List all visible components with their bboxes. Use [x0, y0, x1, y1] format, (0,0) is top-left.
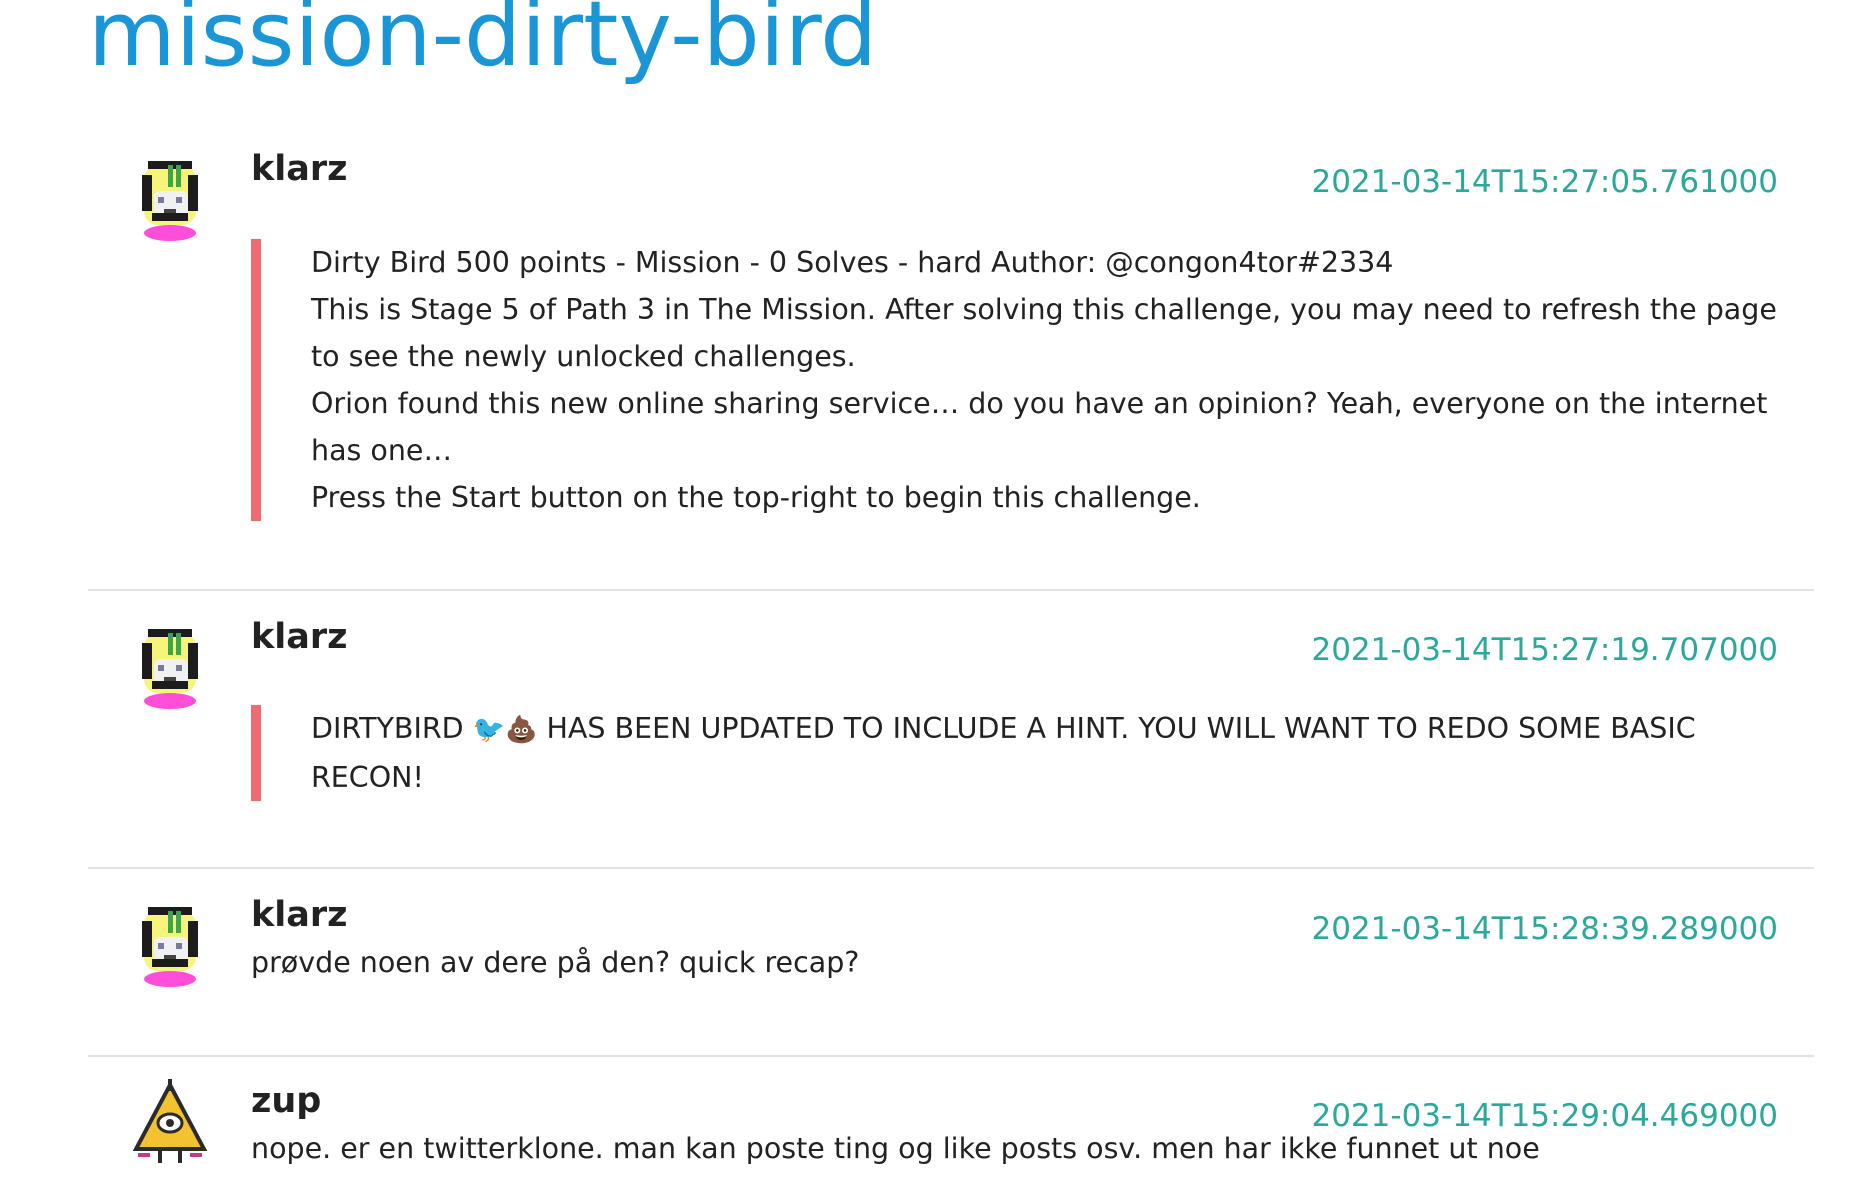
- quote-prefix: DIRTYBIRD: [311, 712, 464, 745]
- bird-emoji-icon: 🐦: [472, 715, 506, 745]
- avatar-icon: [142, 161, 198, 241]
- message-author[interactable]: klarz: [251, 617, 348, 657]
- quote-line: Press the Start button on the top-right …: [311, 481, 1201, 514]
- avatar-icon: [134, 1079, 206, 1165]
- channel-title: mission-dirty-bird: [88, 0, 878, 87]
- message-timestamp[interactable]: 2021-03-14T15:27:19.707000: [1311, 632, 1778, 668]
- message-text: nope. er en twitterklone. man kan poste …: [251, 1132, 1540, 1165]
- message-item: klarz 2021-03-14T15:27:05.761000 Dirty B…: [88, 115, 1814, 591]
- message-quote: Dirty Bird 500 points - Mission - 0 Solv…: [251, 239, 1781, 521]
- message-timestamp[interactable]: 2021-03-14T15:28:39.289000: [1311, 911, 1778, 947]
- avatar-icon: [142, 629, 198, 709]
- message-author[interactable]: klarz: [251, 895, 348, 935]
- message-quote: DIRTYBIRD 🐦💩 HAS BEEN UPDATED TO INCLUDE…: [251, 705, 1781, 801]
- avatar-icon: [142, 907, 198, 987]
- quote-line: DIRTYBIRD 🐦💩 HAS BEEN UPDATED TO INCLUDE…: [311, 705, 1781, 801]
- message-timestamp[interactable]: 2021-03-14T15:27:05.761000: [1311, 164, 1778, 200]
- quote-line: Dirty Bird 500 points - Mission - 0 Solv…: [311, 246, 1394, 279]
- message-item: klarz 2021-03-14T15:27:19.707000 DIRTYBI…: [88, 591, 1814, 869]
- message-author[interactable]: zup: [251, 1081, 321, 1121]
- message-item: zup 2021-03-14T15:29:04.469000 nope. er …: [88, 1057, 1814, 1199]
- quote-line: This is Stage 5 of Path 3 in The Mission…: [311, 293, 1777, 373]
- message-author[interactable]: klarz: [251, 149, 348, 189]
- quote-line: Orion found this new online sharing serv…: [311, 387, 1768, 467]
- message-item: klarz 2021-03-14T15:28:39.289000 prøvde …: [88, 869, 1814, 1057]
- message-text: prøvde noen av dere på den? quick recap?: [251, 946, 860, 979]
- poop-emoji-icon: 💩: [505, 715, 538, 745]
